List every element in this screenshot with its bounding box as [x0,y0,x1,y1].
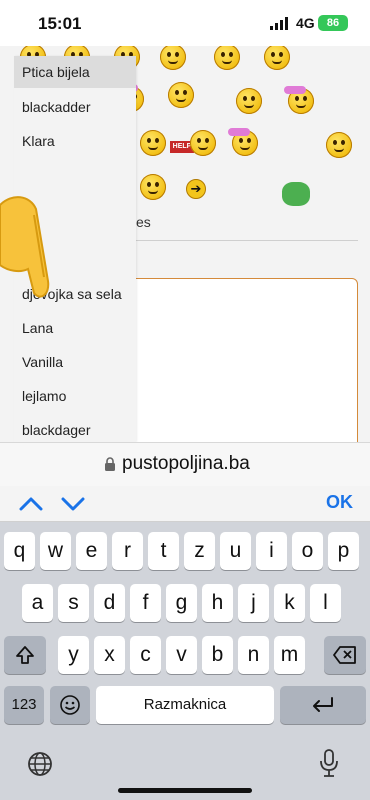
key-s[interactable]: s [58,584,89,622]
arrow-right-icon[interactable]: ➔ [186,179,206,199]
form-accessory-bar: OK [0,486,370,522]
key-k[interactable]: k [274,584,305,622]
key-d[interactable]: d [94,584,125,622]
emoji-face-icon [60,695,80,715]
globe-icon[interactable] [26,750,54,778]
url-text[interactable]: pustopoljina.ba [122,453,250,475]
space-key[interactable]: Razmaknica [96,686,274,724]
key-p[interactable]: p [328,532,359,570]
key-m[interactable]: m [274,636,305,674]
key-b[interactable]: b [202,636,233,674]
ok-button[interactable]: OK [326,492,353,513]
smiley-emoji-icon[interactable] [190,130,216,156]
key-e[interactable]: e [76,532,107,570]
form-label-fragment: es [136,214,151,230]
dropdown-option[interactable]: Lana [14,312,136,344]
key-x[interactable]: x [94,636,125,674]
bow-icon [228,128,250,136]
key-z[interactable]: z [184,532,215,570]
key-f[interactable]: f [130,584,161,622]
key-r[interactable]: r [112,532,143,570]
signal-icon [270,17,288,30]
divider [130,240,358,241]
battery-level: 86 [326,17,340,29]
smiley-emoji-icon[interactable] [168,82,194,108]
status-bar: 15:01 4G 86 [0,0,370,46]
smiley-emoji-icon[interactable] [140,174,166,200]
smiley-emoji-icon[interactable] [160,46,186,70]
network-type: 4G [296,15,315,31]
key-j[interactable]: j [238,584,269,622]
key-c[interactable]: c [130,636,161,674]
dropdown-option[interactable]: blackadder [14,91,136,123]
smiley-emoji-icon[interactable] [140,130,166,156]
delete-key[interactable] [324,636,366,674]
smiley-emoji-icon[interactable] [326,132,352,158]
key-v[interactable]: v [166,636,197,674]
key-o[interactable]: o [292,532,323,570]
home-indicator [118,788,252,793]
key-t[interactable]: t [148,532,179,570]
screen: 15:01 4G 86 HELP ➔ es Ptica bijela black… [0,0,370,800]
bow-icon [284,86,306,94]
key-y[interactable]: y [58,636,89,674]
numbers-key[interactable]: 123 [4,686,44,724]
return-key[interactable] [280,686,366,724]
shift-icon [16,646,34,664]
key-h[interactable]: h [202,584,233,622]
key-l[interactable]: l [310,584,341,622]
key-w[interactable]: w [40,532,71,570]
lock-icon [105,457,115,471]
shift-key[interactable] [4,636,46,674]
address-bar[interactable]: pustopoljina.ba [0,442,370,486]
dropdown-option[interactable]: Vanilla [14,346,136,378]
smiley-emoji-icon[interactable] [236,88,262,114]
battery-icon: 86 [318,15,348,31]
key-u[interactable]: u [220,532,251,570]
chevron-down-icon[interactable] [60,494,86,514]
pointing-hand-icon [0,196,50,298]
dropdown-option[interactable]: Ptica bijela [14,56,136,88]
key-i[interactable]: i [256,532,287,570]
keyboard: q w e r t z u i o p a s d f g h j k l y … [0,522,370,800]
backspace-icon [333,646,356,664]
key-g[interactable]: g [166,584,197,622]
dropdown-option[interactable]: lejlamo [14,380,136,412]
dropdown-option[interactable]: Klara [14,125,136,157]
smiley-emoji-icon[interactable] [214,46,240,70]
key-q[interactable]: q [4,532,35,570]
microphone-icon[interactable] [318,748,340,778]
status-time: 15:01 [38,14,82,33]
dropdown-option[interactable]: blackdager [14,414,136,442]
smiley-emoji-icon[interactable] [264,46,290,70]
green-monster-icon[interactable] [282,182,310,206]
return-icon [313,697,333,712]
emoji-key[interactable] [50,686,90,724]
chevron-up-icon[interactable] [18,494,44,514]
key-n[interactable]: n [238,636,269,674]
key-a[interactable]: a [22,584,53,622]
